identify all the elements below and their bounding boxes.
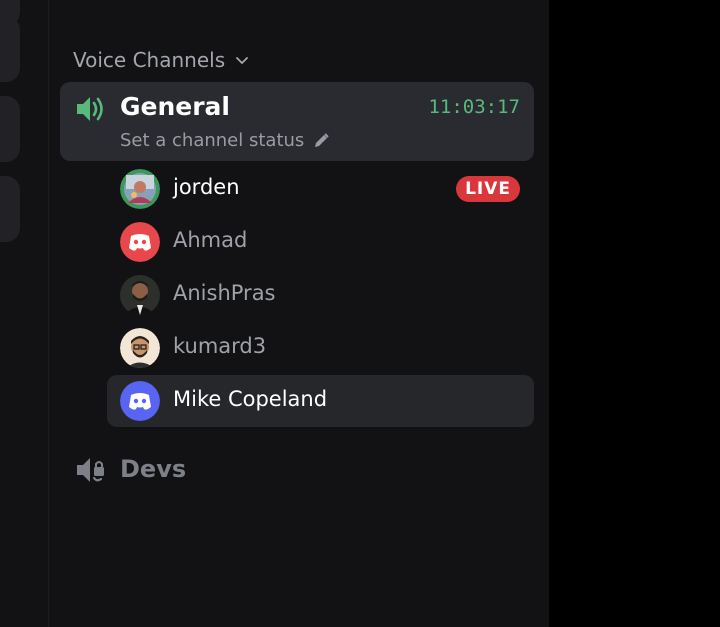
voice-member-mike-copeland[interactable]: Mike Copeland: [107, 375, 534, 427]
voice-channels-category[interactable]: Voice Channels: [73, 46, 249, 74]
server-icon[interactable]: [0, 176, 20, 242]
voice-channel-devs[interactable]: Devs: [60, 446, 534, 494]
avatar: [120, 169, 160, 209]
voice-member-ahmad[interactable]: Ahmad: [107, 216, 534, 268]
avatar: [120, 222, 160, 262]
member-name: Mike Copeland: [173, 387, 328, 411]
chevron-down-icon: [236, 57, 249, 64]
voice-channel-general[interactable]: General 11:03:17 Set a channel status: [60, 82, 534, 161]
server-icon[interactable]: [0, 96, 20, 162]
avatar: [120, 381, 160, 421]
server-rail: [0, 0, 48, 627]
voice-member-jorden[interactable]: jorden LIVE: [107, 163, 534, 215]
server-icon[interactable]: [0, 16, 20, 82]
member-name: jorden: [173, 175, 240, 199]
member-name: Ahmad: [173, 228, 248, 252]
voice-member-kumard3[interactable]: kumard3: [107, 322, 534, 374]
avatar: [120, 328, 160, 368]
server-glyph: [8, 38, 16, 58]
member-name: AnishPras: [173, 281, 276, 305]
voice-member-anishpras[interactable]: AnishPras: [107, 269, 534, 321]
speaker-icon: [77, 97, 103, 121]
avatar: [120, 275, 160, 315]
category-label: Voice Channels: [73, 48, 226, 72]
channel-status-prompt: Set a channel status: [120, 130, 305, 151]
speaker-locked-icon: [77, 458, 104, 482]
call-timer: 11:03:17: [428, 96, 520, 118]
live-badge: LIVE: [456, 176, 520, 202]
set-channel-status[interactable]: Set a channel status: [120, 130, 330, 151]
member-name: kumard3: [173, 334, 267, 358]
channel-name: Devs: [120, 455, 187, 483]
channel-name: General: [120, 92, 230, 121]
content-pane: [549, 0, 720, 627]
pencil-icon: [315, 132, 330, 147]
